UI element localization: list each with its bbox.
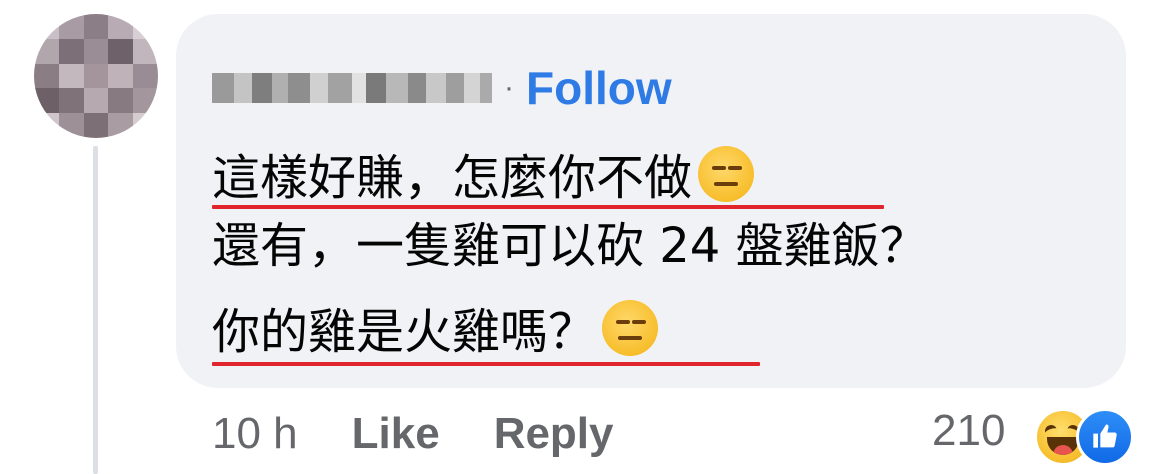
red-underline-1	[212, 205, 884, 209]
expressionless-emoji-icon	[602, 300, 659, 356]
expressionless-emoji-icon	[698, 146, 755, 202]
comment-text-3: 你的雞是火雞嗎？	[212, 304, 597, 360]
comment-line-1: 這樣好賺，怎麼你不做	[212, 146, 755, 202]
comment-author-row: · Follow	[212, 60, 672, 116]
comment-timestamp[interactable]: 10 h	[212, 409, 298, 459]
separator-dot: ·	[504, 71, 514, 104]
avatar[interactable]	[34, 14, 158, 138]
comment-line-3: 你的雞是火雞嗎？	[212, 300, 659, 356]
thread-line	[93, 146, 98, 474]
follow-button[interactable]: Follow	[526, 65, 672, 111]
like-button[interactable]: Like	[352, 409, 440, 459]
reply-button[interactable]: Reply	[494, 409, 614, 459]
comment-actions: 10 h Like Reply	[212, 404, 614, 464]
reaction-icons[interactable]	[1034, 404, 1144, 466]
comment-line-2: 還有，一隻雞可以砍 24 盤雞飯？	[212, 222, 928, 270]
reaction-count[interactable]: 210	[932, 406, 1005, 456]
author-name-blurred[interactable]	[212, 73, 492, 103]
comment-text-1: 這樣好賺，怎麼你不做	[212, 150, 693, 206]
red-underline-2	[212, 362, 760, 366]
comment-text-2: 還有，一隻雞可以砍 24 盤雞飯？	[212, 218, 928, 274]
like-reaction-icon	[1076, 408, 1134, 466]
